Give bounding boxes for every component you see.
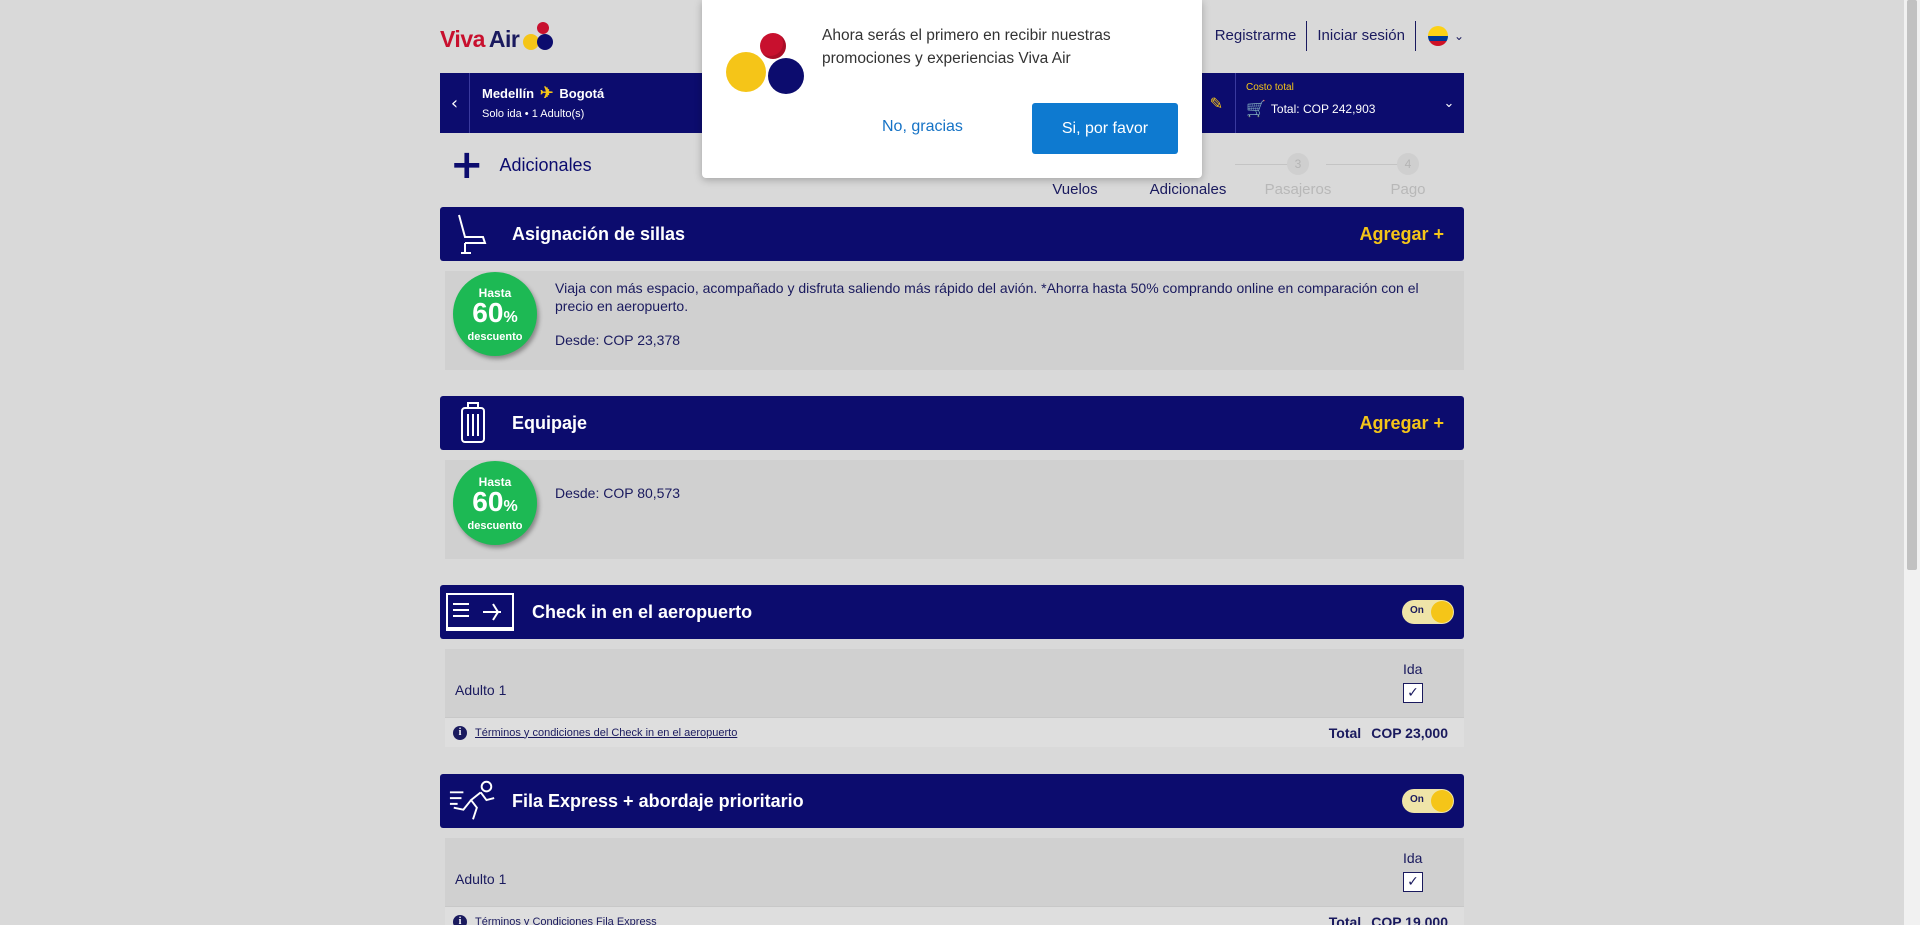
origin-city: Medellín	[482, 85, 535, 101]
checkin-section-header: Check in en el aeropuerto On	[440, 585, 1464, 639]
total-label: Total	[1328, 724, 1362, 741]
step-label: Pago	[1390, 181, 1426, 198]
checkin-total-value: COP 23,000	[1371, 724, 1448, 741]
express-ida-checkbox[interactable]: ✓	[1403, 872, 1423, 892]
step-pasajeros: 3 Pasajeros	[1253, 153, 1343, 198]
register-link[interactable]: Registrarme	[1205, 21, 1308, 51]
viva-air-logo[interactable]: Viva Air	[440, 22, 563, 56]
badge-line3: descuento	[467, 520, 523, 532]
page-header: + Adicionales	[450, 142, 592, 188]
notification-permission-modal: Ahora serás el primero en recibir nuestr…	[702, 0, 1202, 178]
add-seats-button[interactable]: Agregar +	[1359, 224, 1444, 245]
passenger-name: Adulto 1	[455, 682, 507, 698]
step-pago: 4 Pago	[1363, 153, 1453, 198]
seats-price-from: Desde: COP 23,378	[555, 332, 681, 348]
scrollbar-thumb[interactable]	[1907, 0, 1917, 570]
toggle-knob	[1431, 601, 1453, 623]
baggage-title: Equipaje	[512, 412, 588, 433]
leg-label: Ida	[1403, 850, 1423, 866]
total-cost[interactable]: Costo total 🛒 Total: COP 242,903	[1236, 73, 1434, 133]
plus-icon: +	[450, 142, 484, 188]
discount-badge: Hasta 60% descuento	[453, 461, 537, 545]
checkin-passenger-row: Adulto 1 Ida ✓	[445, 649, 1464, 717]
passenger-name: Adulto 1	[455, 871, 507, 887]
baggage-section-header[interactable]: Equipaje Agregar +	[440, 396, 1464, 450]
page: Viva Air Registrarme Iniciar sesión ⌄ ‹ …	[0, 0, 1904, 925]
seats-title: Asignación de sillas	[512, 223, 686, 244]
badge-percent: 60%	[472, 297, 518, 328]
express-total-value: COP 19,000	[1371, 913, 1448, 925]
info-icon: i	[453, 914, 467, 925]
cost-label: Costo total	[1246, 82, 1294, 93]
toggle-knob	[1431, 790, 1453, 812]
decline-button[interactable]: No, gracias	[882, 118, 963, 136]
total-label: Total	[1328, 913, 1362, 925]
step-label: Vuelos	[1052, 181, 1098, 198]
badge-percent: 60%	[472, 486, 518, 517]
seat-icon	[448, 207, 498, 261]
express-passenger-row: Adulto 1 Ida ✓	[445, 838, 1464, 906]
logo-viva-text: Viva	[440, 25, 485, 52]
login-link[interactable]: Iniciar sesión	[1307, 21, 1416, 51]
baggage-price-from: Desde: COP 80,573	[555, 485, 681, 501]
top-nav: Registrarme Iniciar sesión ⌄	[1205, 18, 1464, 54]
checkin-title: Check in en el aeropuerto	[532, 601, 753, 622]
logo-air-text: Air	[488, 25, 520, 52]
seats-section-header[interactable]: Asignación de sillas Agregar +	[440, 207, 1464, 261]
pencil-icon: ✎	[1209, 93, 1223, 113]
express-terms-link[interactable]: Términos y Condiciones Fila Express	[475, 916, 657, 925]
total-amount: Total: COP 242,903	[1270, 102, 1376, 116]
plane-icon: ✈	[540, 85, 554, 102]
toggle-on-label: On	[1410, 605, 1424, 616]
checkin-toggle[interactable]: On	[1402, 600, 1454, 624]
viva-air-dots-icon	[724, 30, 812, 100]
checkin-ida-checkbox[interactable]: ✓	[1403, 683, 1423, 703]
step-label: Adicionales	[1149, 181, 1227, 198]
cart-icon: 🛒	[1246, 101, 1266, 118]
language-chevron-down-icon[interactable]: ⌄	[1454, 29, 1464, 43]
seats-section-body: Hasta 60% descuento Viaja con más espaci…	[445, 271, 1464, 370]
vertical-scrollbar[interactable]	[1904, 0, 1920, 925]
discount-badge: Hasta 60% descuento	[453, 272, 537, 356]
checkin-terms-link[interactable]: Términos y condiciones del Check in en e…	[475, 727, 737, 739]
running-person-icon	[448, 774, 498, 828]
boarding-pass-icon	[442, 585, 518, 639]
destination-city: Bogotá	[559, 85, 605, 101]
page-title: Adicionales	[499, 154, 592, 175]
accept-button[interactable]: Si, por favor	[1032, 103, 1178, 154]
flight-route: Medellín ✈ Bogotá Solo ida • 1 Adulto(s)	[470, 73, 616, 133]
express-title: Fila Express + abordaje prioritario	[512, 790, 804, 811]
step-number: 4	[1397, 153, 1419, 175]
badge-line3: descuento	[467, 331, 523, 343]
back-chevron-icon[interactable]: ‹	[440, 73, 470, 133]
step-label: Pasajeros	[1264, 181, 1332, 198]
trip-subtitle: Solo ida • 1 Adulto(s)	[482, 108, 585, 120]
suitcase-icon	[448, 396, 498, 450]
toggle-on-label: On	[1410, 794, 1424, 805]
checkin-terms-row: i Términos y condiciones del Check in en…	[445, 717, 1464, 747]
info-icon: i	[453, 725, 467, 740]
colombia-flag-icon[interactable]	[1427, 26, 1448, 46]
baggage-section-body: Hasta 60% descuento Desde: COP 80,573	[445, 460, 1464, 559]
express-section-header: Fila Express + abordaje prioritario On	[440, 774, 1464, 828]
express-terms-row: i Términos y Condiciones Fila Express To…	[445, 906, 1464, 925]
add-baggage-button[interactable]: Agregar +	[1359, 413, 1444, 434]
express-toggle[interactable]: On	[1402, 789, 1454, 813]
modal-message: Ahora serás el primero en recibir nuestr…	[822, 27, 1111, 67]
seats-description: Viaja con más espacio, acompañado y disf…	[555, 280, 1419, 314]
expand-chevron-down-icon[interactable]: ⌄	[1434, 73, 1464, 133]
leg-label: Ida	[1403, 661, 1423, 677]
logo-dots-icon	[523, 22, 563, 56]
step-number: 3	[1287, 153, 1309, 175]
